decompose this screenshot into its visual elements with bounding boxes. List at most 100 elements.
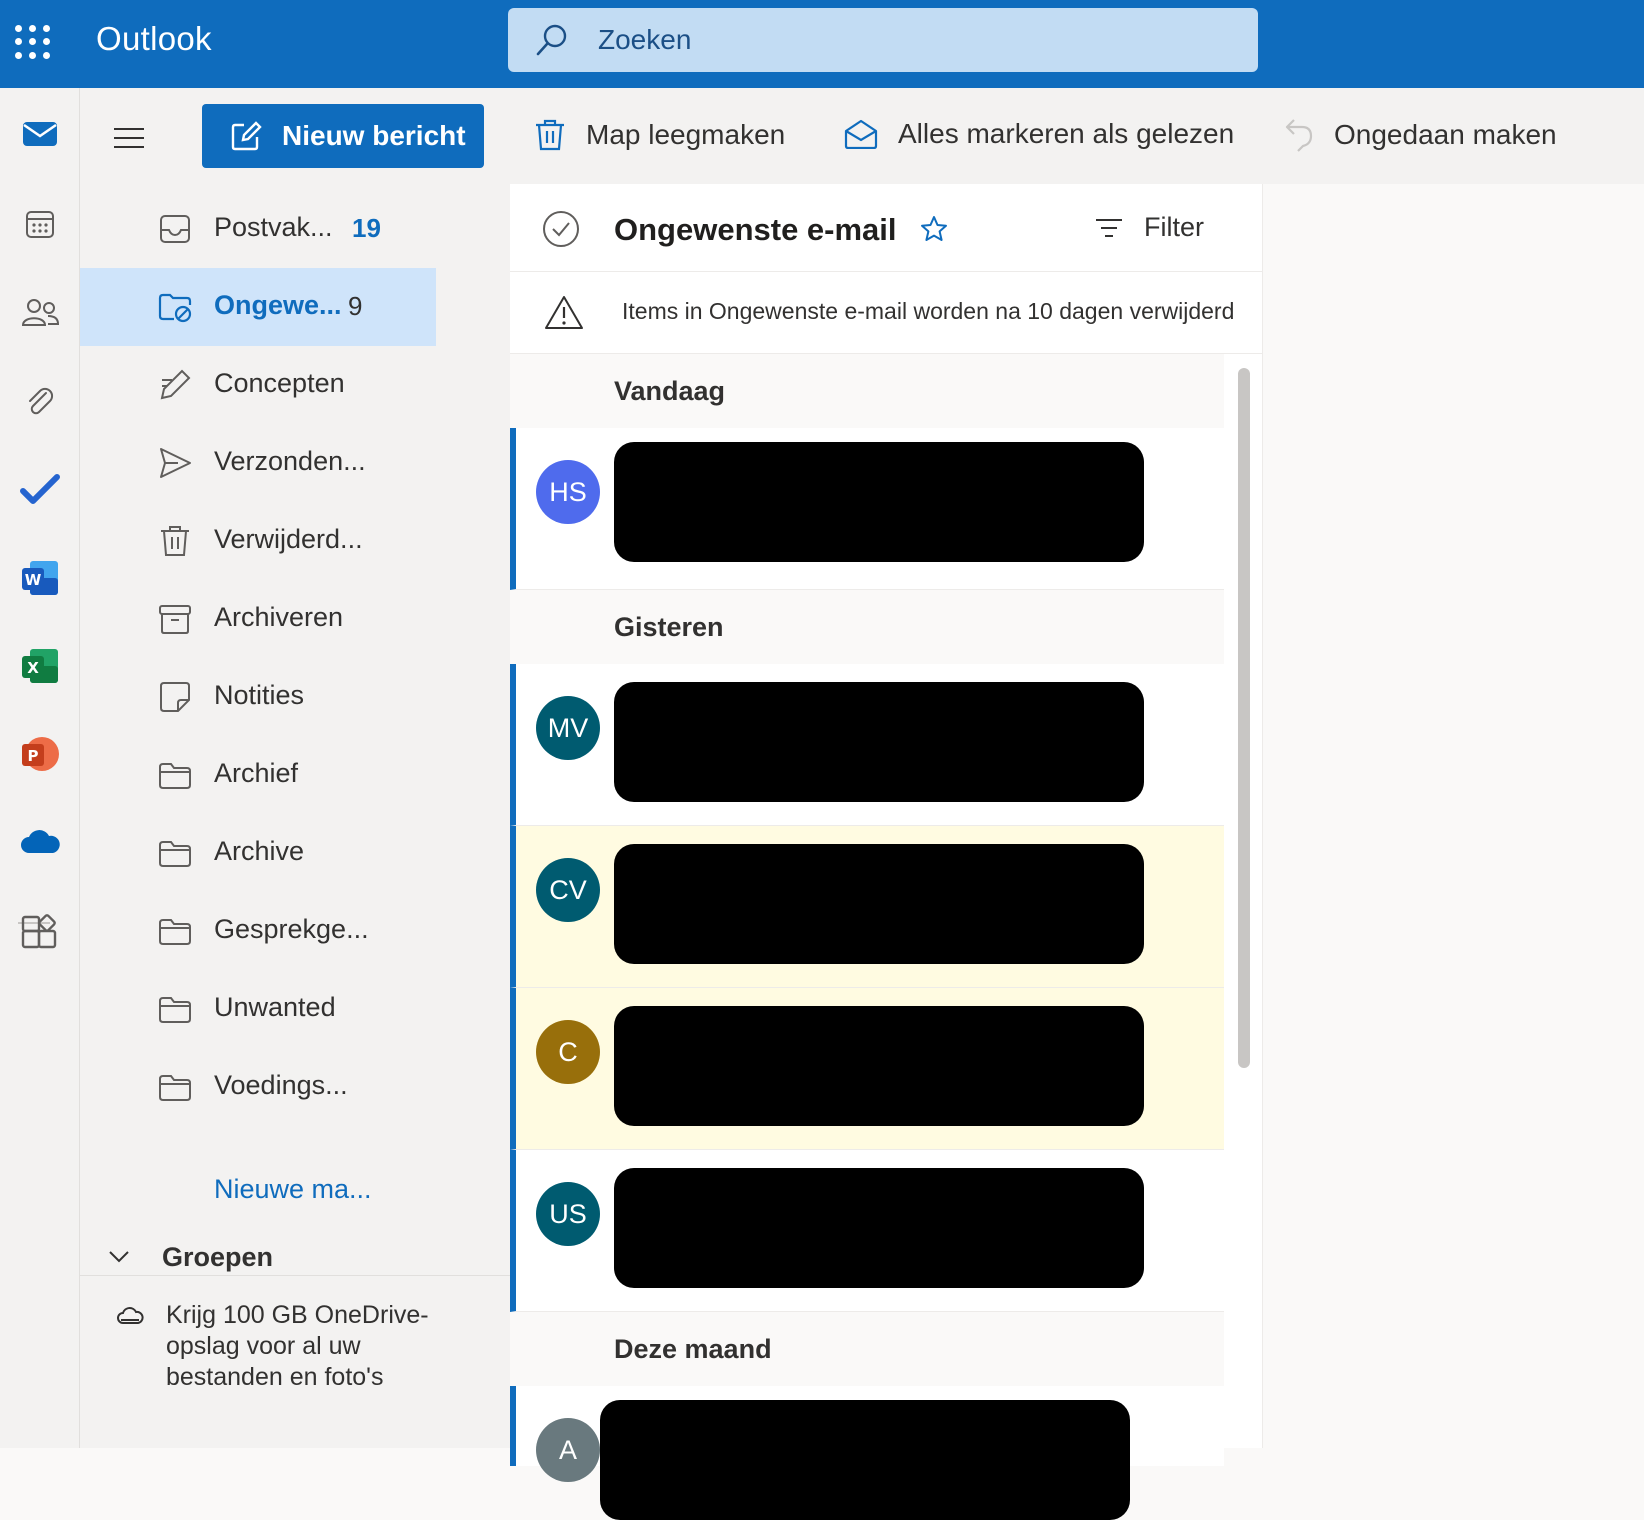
new-message-label: Nieuw bericht (282, 120, 466, 151)
message-list: Ongewenste e-mail Filter Items in Ongewe… (510, 184, 1262, 1520)
folder-notes[interactable]: Notities (80, 658, 436, 736)
avatar: C (536, 1020, 600, 1084)
filter-icon (1096, 218, 1122, 237)
folder-label: Verwijderd... (214, 524, 363, 554)
avatar: MV (536, 696, 600, 760)
new-folder-link[interactable]: Nieuwe ma... (214, 1174, 372, 1205)
empty-folder-button[interactable]: Map leegmaken (534, 118, 785, 152)
calendar-icon[interactable] (10, 194, 70, 254)
word-icon[interactable]: W (10, 548, 70, 608)
folder-deleted[interactable]: Verwijderd... (80, 502, 436, 580)
app-title[interactable]: Outlook (96, 20, 212, 58)
undo-button[interactable]: Ongedaan maken (1284, 118, 1557, 152)
attachment-icon[interactable] (10, 372, 70, 432)
folder-icon (159, 763, 191, 789)
message-item[interactable]: C (510, 988, 1224, 1150)
folder-label: Archief (214, 758, 299, 788)
chevron-down-icon (109, 1251, 129, 1263)
folder-icon (159, 841, 191, 867)
search-box[interactable]: Zoeken (508, 8, 1258, 72)
message-list-scrollbar[interactable] (1238, 368, 1250, 1068)
folder-label: Ongewe... (214, 290, 342, 320)
todo-icon[interactable] (10, 460, 70, 520)
promo-text: Krijg 100 GB OneDrive-opslag voor al uw … (166, 1301, 429, 1391)
avatar: A (536, 1418, 600, 1482)
search-input[interactable]: Zoeken (598, 24, 691, 56)
group-label: Deze maand (614, 1334, 772, 1364)
favorite-star-icon[interactable] (920, 215, 948, 243)
trash-icon (536, 119, 564, 151)
reading-pane (1262, 184, 1644, 1448)
excel-icon[interactable]: X (10, 636, 70, 696)
cloud-icon (117, 1307, 144, 1324)
folder-icon (159, 919, 191, 945)
message-item[interactable]: MV (510, 664, 1224, 826)
select-all-checkbox-icon[interactable] (542, 210, 580, 248)
onedrive-icon[interactable] (10, 812, 70, 872)
undo-label: Ongedaan maken (1334, 119, 1557, 150)
group-header-yesterday: Gisteren (510, 590, 1224, 664)
warning-icon (545, 296, 583, 329)
people-icon[interactable] (10, 282, 70, 342)
compose-icon (231, 121, 262, 151)
folder-junk[interactable]: Ongewe... 9 (80, 268, 436, 346)
folder-label: Gesprekge... (214, 914, 369, 944)
mark-all-read-button[interactable]: Alles markeren als gelezen (844, 118, 1234, 150)
groups-label: Groepen (162, 1242, 274, 1272)
folder-sent[interactable]: Verzonden... (80, 424, 436, 502)
folder-label: Notities (214, 680, 305, 710)
apps-icon[interactable] (10, 904, 70, 964)
junk-notice-text: Items in Ongewenste e-mail worden na 10 … (622, 298, 1235, 324)
top-bar: Outlook Zoeken (0, 0, 1644, 88)
group-header-today: Vandaag (510, 354, 1224, 428)
filter-label: Filter (1144, 212, 1204, 242)
app-launcher-icon[interactable] (12, 22, 52, 62)
folder-conversation-history[interactable]: Gesprekge... (80, 892, 436, 970)
folder-archive[interactable]: Archiveren (80, 580, 436, 658)
message-item[interactable]: CV (510, 826, 1224, 988)
excel-letter: X (27, 659, 39, 677)
unread-count: 19 (352, 213, 381, 243)
junk-icon (158, 293, 192, 323)
avatar: CV (536, 858, 600, 922)
message-list-header: Ongewenste e-mail Filter (510, 184, 1262, 272)
hamburger-menu-icon[interactable] (114, 128, 144, 155)
folder-pane: Nieuw bericht Postvak... 19 Ongewe... 9 … (80, 88, 510, 1448)
folder-inbox[interactable]: Postvak... 19 (80, 190, 436, 268)
group-header-this-month: Deze maand (510, 1312, 1224, 1386)
avatar: HS (536, 460, 600, 524)
folder-drafts[interactable]: Concepten (80, 346, 436, 424)
message-item[interactable]: A (510, 1386, 1224, 1520)
unread-count: 9 (348, 291, 363, 321)
envelope-open-icon (844, 119, 878, 149)
redacted-content (614, 682, 1144, 802)
mark-all-read-label: Alles markeren als gelezen (898, 118, 1235, 149)
folder-voedings[interactable]: Voedings... (80, 1048, 436, 1126)
onedrive-promo[interactable]: Krijg 100 GB OneDrive-opslag voor al uw … (80, 1275, 510, 1448)
folder-title: Ongewenste e-mail (614, 212, 897, 247)
redacted-content (614, 1168, 1144, 1288)
filter-button[interactable]: Filter (1094, 212, 1204, 243)
folder-archief[interactable]: Archief (80, 736, 436, 814)
inbox-icon (160, 215, 190, 243)
notes-icon (160, 682, 190, 712)
message-item[interactable]: US (510, 1150, 1224, 1312)
folder-icon (159, 1075, 191, 1101)
avatar: US (536, 1182, 600, 1246)
folder-label: Concepten (214, 368, 345, 398)
drafts-icon (160, 369, 191, 400)
junk-notice: Items in Ongewenste e-mail worden na 10 … (510, 272, 1262, 354)
folder-archive-en[interactable]: Archive (80, 814, 436, 892)
undo-icon (1285, 119, 1313, 152)
powerpoint-icon[interactable]: P (10, 724, 70, 784)
folder-label: Voedings... (214, 1070, 348, 1100)
message-item[interactable]: HS (510, 428, 1224, 590)
folder-label: Verzonden... (214, 446, 366, 476)
folder-label: Archiveren (214, 602, 344, 632)
empty-folder-label: Map leegmaken (586, 119, 786, 150)
mail-icon[interactable] (10, 104, 70, 164)
new-message-button[interactable]: Nieuw bericht (202, 104, 484, 168)
redacted-content (600, 1400, 1130, 1520)
powerpoint-letter: P (28, 747, 39, 765)
folder-unwanted[interactable]: Unwanted (80, 970, 436, 1048)
